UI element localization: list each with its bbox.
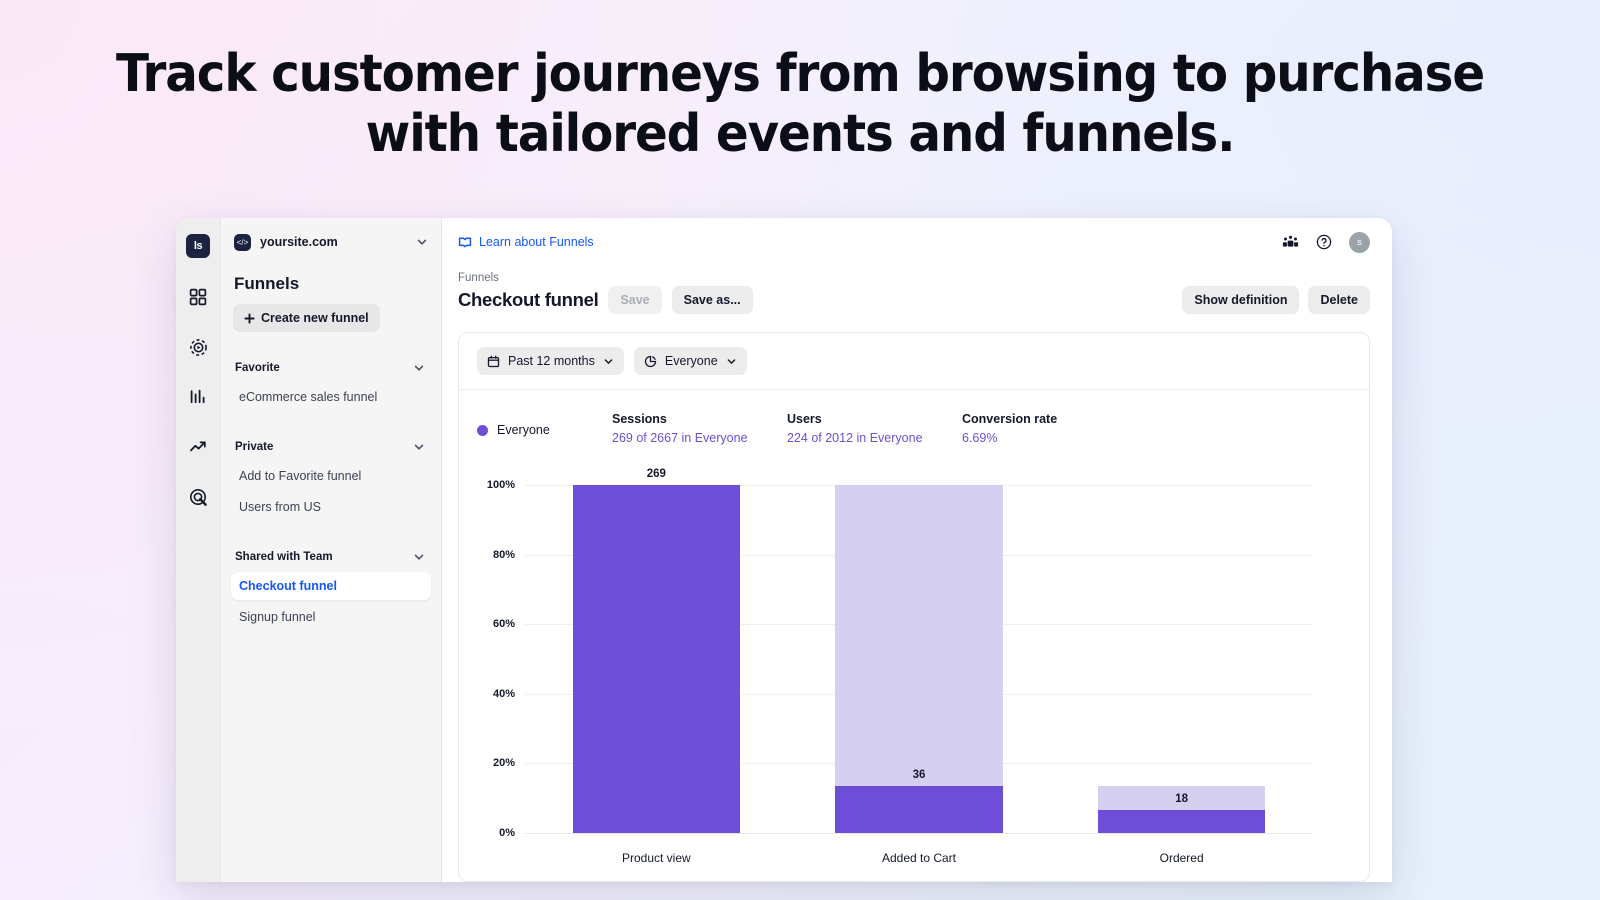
- create-new-funnel-text: Create new funnel: [261, 311, 369, 325]
- trend-up-icon[interactable]: [187, 436, 209, 458]
- book-icon: [458, 237, 472, 248]
- app-window: ls </> yoursite.com Funnels Create new f…: [176, 218, 1392, 882]
- stat-label: Sessions: [612, 412, 667, 426]
- stat-value[interactable]: 224 of 2012 in Everyone: [787, 431, 962, 445]
- chevron-down-icon: [604, 358, 613, 364]
- chart-bar-value: 269: [646, 468, 666, 480]
- chart-bar-value: 36: [912, 769, 926, 782]
- y-axis-tick: 100%: [486, 479, 515, 491]
- chart-bar-group[interactable]: 18 Ordered: [1098, 485, 1266, 865]
- bar-chart-icon[interactable]: [187, 386, 209, 408]
- x-axis-label: Product view: [621, 851, 691, 865]
- legend-dot-icon: [477, 424, 488, 436]
- breadcrumb[interactable]: Funnels: [458, 272, 753, 284]
- site-name: yoursite.com: [260, 235, 338, 249]
- date-range-label: Past 12 months: [508, 354, 595, 368]
- stat-value[interactable]: 6.69%: [962, 431, 1137, 445]
- nav-group-favorite[interactable]: Favorite: [231, 356, 431, 380]
- chevron-down-icon: [416, 236, 428, 248]
- nav-title: Funnels: [234, 274, 300, 293]
- filter-bar: Past 12 months Everyone: [459, 333, 1369, 390]
- show-definition-button[interactable]: Show definition: [1182, 286, 1300, 314]
- x-axis-label: Added to Cart: [881, 851, 957, 865]
- y-axis-tick: 80%: [492, 548, 515, 561]
- pie-chart-icon: [644, 355, 657, 367]
- chart-bar-value: 18: [1175, 792, 1189, 805]
- funnel-chart: 100% 80% 60% 40% 20% 0% 269 Product view 36 Added…: [459, 451, 1369, 881]
- nav-group-private[interactable]: Private: [231, 435, 431, 459]
- page-title: Checkout funnel: [458, 289, 599, 310]
- segment-filter[interactable]: Everyone: [633, 347, 747, 375]
- stat-label: Conversion rate: [962, 412, 1058, 426]
- segment-label: Everyone: [664, 354, 718, 368]
- save-button[interactable]: Save: [608, 286, 662, 314]
- icon-rail: ls: [176, 218, 221, 882]
- chevron-down-icon: [413, 551, 425, 563]
- create-new-funnel-button[interactable]: eCommerce sales funnel Create new funnel: [233, 304, 380, 332]
- learn-about-funnels-link[interactable]: Learn about Funnels: [458, 235, 594, 249]
- click-target-icon[interactable]: [187, 486, 209, 508]
- chart-bar[interactable]: [1098, 809, 1266, 833]
- y-axis-tick: 60%: [492, 618, 515, 631]
- chart-bar[interactable]: [835, 786, 1003, 833]
- nav-item-add-to-favorite-funnel[interactable]: Add to Favorite funnel: [231, 462, 431, 490]
- team-icon[interactable]: [1282, 234, 1299, 251]
- nav-item-users-from-us[interactable]: Users from US: [231, 493, 431, 521]
- main-content: Learn about Funnels s Funnels Checkout f…: [442, 218, 1392, 882]
- nav-group-shared-with-team[interactable]: Shared with Team: [231, 545, 431, 569]
- avatar[interactable]: s: [1349, 231, 1370, 253]
- dashboard-icon[interactable]: [187, 286, 209, 308]
- headline-line-1: Track customer journeys from browsing to…: [115, 44, 1485, 104]
- chevron-down-icon: [727, 358, 736, 364]
- site-selector[interactable]: </> yoursite.com: [231, 218, 431, 266]
- legend-label: Everyone: [497, 423, 550, 437]
- stat-value[interactable]: 269 of 2667 in Everyone: [612, 431, 787, 445]
- chart-bar-group[interactable]: 269 Product view: [572, 468, 740, 865]
- session-replay-icon[interactable]: [187, 336, 209, 358]
- chart-gridline: [525, 833, 1313, 834]
- stats-row: Everyone Sessions 269 of 2667 in Everyon…: [459, 390, 1369, 451]
- learn-link-label: Learn about Funnels: [479, 235, 594, 249]
- save-as-button[interactable]: Save as...: [671, 286, 753, 314]
- chart-bar[interactable]: [572, 485, 740, 833]
- stat-sessions: Sessions 269 of 2667 in Everyone: [612, 412, 787, 445]
- stat-label: Users: [787, 412, 822, 426]
- nav-group-label: Favorite: [235, 362, 280, 374]
- chart-plot-area: 100% 80% 60% 40% 20% 0% 269 Product view 36 Added…: [487, 468, 1313, 865]
- app-logo[interactable]: ls: [186, 234, 210, 258]
- plus-icon: [244, 312, 255, 324]
- chevron-down-icon: [413, 441, 425, 453]
- stat-conversion-rate: Conversion rate 6.69%: [962, 412, 1137, 445]
- y-axis-tick: 40%: [492, 687, 515, 700]
- nav-group-label: Shared with Team: [235, 551, 333, 563]
- y-axis-tick: 20%: [492, 757, 515, 770]
- nav-item-ecommerce-sales-funnel[interactable]: eCommerce sales funnel: [231, 383, 431, 411]
- top-bar: Learn about Funnels s: [442, 218, 1392, 266]
- nav-item-signup-funnel[interactable]: Signup funnel: [231, 603, 431, 631]
- date-range-filter[interactable]: Past 12 months: [477, 347, 624, 375]
- chevron-down-icon: [413, 362, 425, 374]
- help-icon[interactable]: [1316, 234, 1332, 250]
- headline-line-2: with tailored events and funnels.: [365, 104, 1236, 164]
- legend: Everyone: [477, 412, 612, 437]
- nav-item-checkout-funnel[interactable]: Checkout funnel: [231, 572, 431, 600]
- funnel-card: Past 12 months Everyone Everyone Session…: [458, 332, 1370, 882]
- nav-group-label: Private: [235, 441, 274, 453]
- code-icon: </>: [234, 233, 251, 251]
- x-axis-label: Ordered: [1159, 851, 1204, 865]
- y-axis-tick: 0%: [499, 827, 515, 839]
- chart-bar-group[interactable]: 36 Added to Cart: [835, 485, 1003, 865]
- calendar-icon: [487, 355, 500, 367]
- funnels-nav-panel: </> yoursite.com Funnels eCommerce sales…: [221, 218, 442, 882]
- hero-headline: Track customer journeys from browsing to…: [0, 0, 1600, 164]
- page-header: Funnels Checkout funnel Save Save as... …: [442, 266, 1392, 314]
- delete-button[interactable]: Delete: [1308, 286, 1370, 314]
- stat-users: Users 224 of 2012 in Everyone: [787, 412, 962, 445]
